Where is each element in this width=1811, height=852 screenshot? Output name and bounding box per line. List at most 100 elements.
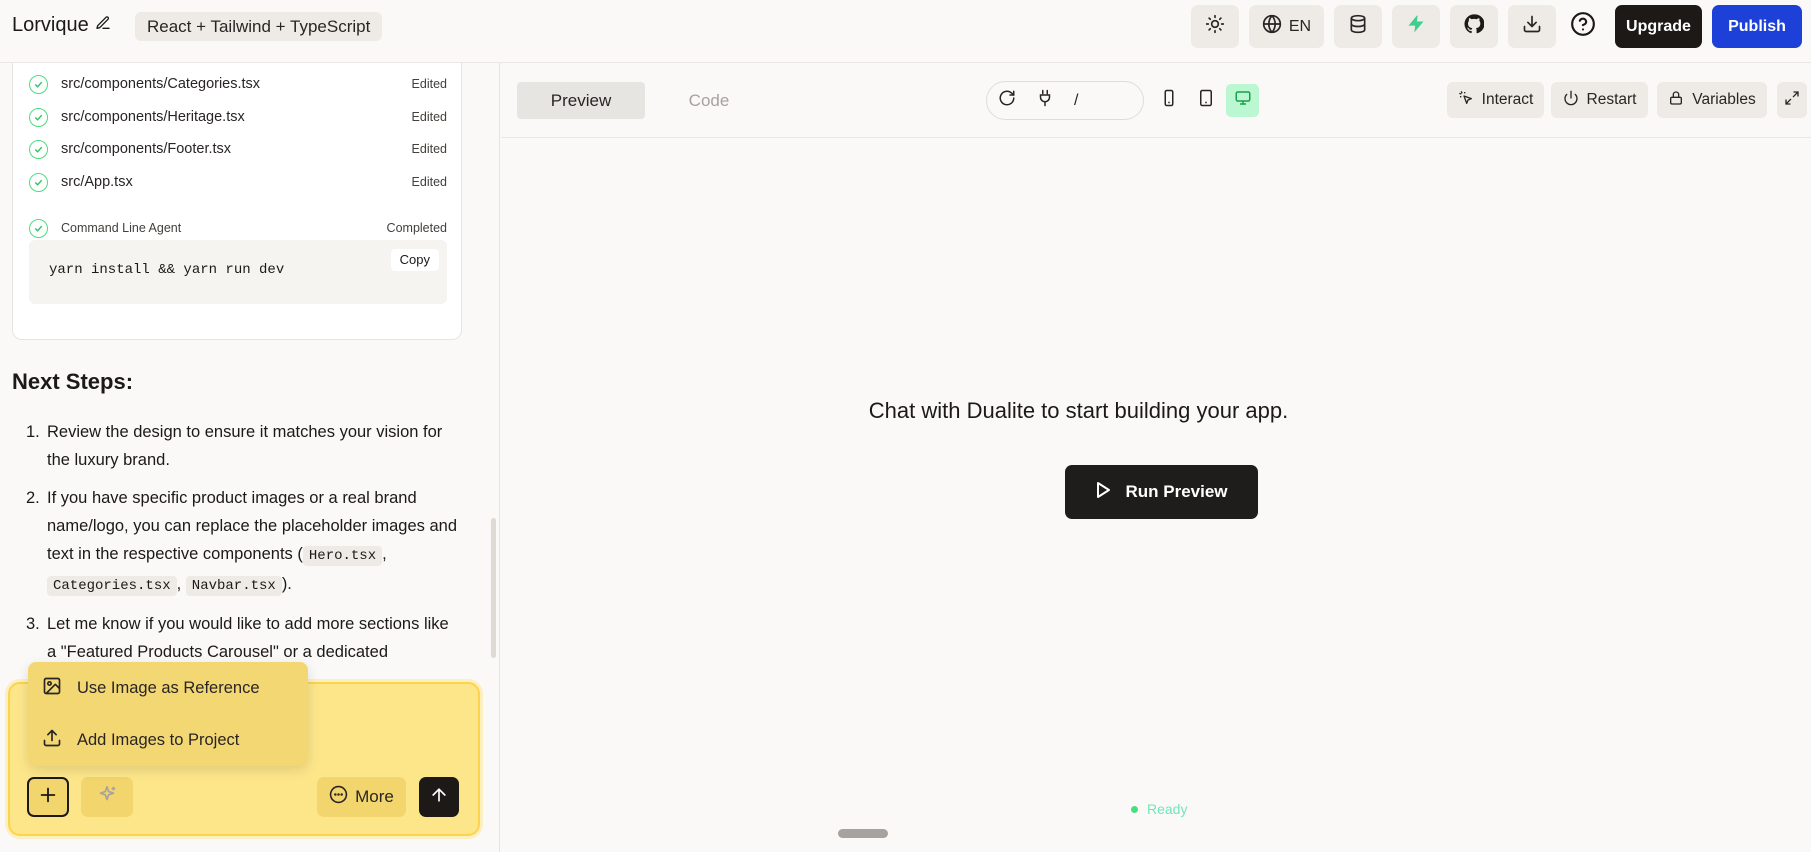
language-button[interactable]: EN: [1249, 5, 1324, 48]
step-text: ).: [281, 575, 292, 593]
send-button[interactable]: [419, 777, 459, 817]
empty-state-message: Chat with Dualite to start building your…: [868, 398, 1289, 423]
interact-button[interactable]: Interact: [1447, 82, 1544, 118]
help-circle-icon: [1570, 11, 1596, 42]
download-button[interactable]: [1508, 5, 1556, 48]
more-dots-icon: [329, 785, 348, 809]
tab-preview[interactable]: Preview: [517, 82, 645, 119]
top-bar: Lorvique React + Tailwind + TypeScript E…: [0, 0, 1811, 63]
file-status: Edited: [411, 110, 447, 124]
desktop-view-button[interactable]: [1226, 84, 1259, 117]
view-tabs: Preview Code: [517, 82, 779, 119]
file-row: src/App.tsx Edited: [29, 171, 447, 193]
inline-code: Hero.tsx: [302, 546, 383, 566]
next-steps-heading: Next Steps:: [12, 369, 134, 394]
file-status: Edited: [411, 142, 447, 156]
database-button[interactable]: [1334, 5, 1382, 48]
list-item: 2. If you have specific product images o…: [26, 489, 458, 596]
attach-menu: Use Image as Reference Add Images to Pro…: [28, 662, 308, 766]
mobile-view-button[interactable]: [1152, 84, 1185, 117]
expand-icon: [1784, 90, 1800, 111]
plug-icon[interactable]: [1036, 89, 1054, 112]
publish-button[interactable]: Publish: [1712, 5, 1802, 48]
upload-icon: [42, 728, 62, 753]
menu-item-label: Add Images to Project: [77, 730, 240, 749]
file-row: src/components/Heritage.tsx Edited: [29, 106, 447, 128]
fullscreen-button[interactable]: [1777, 82, 1807, 118]
run-preview-button[interactable]: Run Preview: [1065, 465, 1258, 519]
agent-row: Command Line Agent Completed: [29, 217, 447, 239]
lightning-icon: [1406, 14, 1426, 39]
run-preview-label: Run Preview: [1125, 482, 1228, 501]
arrow-up-icon: [429, 785, 449, 810]
language-label: EN: [1288, 17, 1312, 35]
check-circle-icon: [29, 139, 48, 159]
database-icon: [1348, 14, 1368, 39]
file-path: src/components/Categories.tsx: [61, 76, 261, 92]
project-title[interactable]: Lorvique: [12, 14, 111, 37]
status-dot: [1131, 805, 1138, 813]
smartphone-icon: [1160, 89, 1178, 112]
download-icon: [1522, 14, 1542, 39]
variables-button[interactable]: Variables: [1657, 82, 1767, 118]
sparkle-icon: [96, 784, 118, 811]
lock-icon: [1668, 90, 1684, 111]
next-steps-list: 1. Review the design to ensure it matche…: [20, 418, 460, 676]
file-path: src/components/Heritage.tsx: [61, 109, 245, 125]
github-icon: [1464, 14, 1485, 39]
file-row: src/components/Footer.tsx Edited: [29, 138, 447, 160]
file-path: src/App.tsx: [61, 174, 133, 190]
github-button[interactable]: [1450, 5, 1498, 48]
edit-pencil-icon[interactable]: [95, 14, 111, 37]
status-text: Ready: [1147, 801, 1188, 817]
restart-label: Restart: [1586, 91, 1637, 108]
power-icon: [1563, 90, 1579, 111]
check-circle-icon: [29, 74, 48, 94]
tablet-view-button[interactable]: [1189, 84, 1222, 117]
step-text: If you have specific product images or a…: [47, 489, 458, 563]
changes-card: src/components/Categories.tsx Edited src…: [12, 63, 462, 340]
tab-code[interactable]: Code: [645, 82, 773, 119]
menu-item-label: Use Image as Reference: [77, 678, 260, 697]
step-text: Let me know if you would like to add mor…: [47, 615, 449, 661]
inline-code: Navbar.tsx: [185, 576, 282, 596]
file-status: Edited: [411, 175, 447, 189]
add-images-item[interactable]: Add Images to Project: [42, 727, 239, 753]
restart-button[interactable]: Restart: [1551, 82, 1648, 118]
variables-label: Variables: [1692, 91, 1756, 108]
help-button[interactable]: [1559, 5, 1607, 48]
monitor-icon: [1234, 89, 1252, 112]
more-label: More: [355, 787, 394, 806]
command-text: yarn install && yarn run dev: [49, 262, 285, 278]
image-icon: [42, 676, 62, 701]
copy-button[interactable]: Copy: [390, 249, 439, 271]
refresh-icon[interactable]: [998, 89, 1016, 112]
panel-drag-handle[interactable]: [838, 829, 888, 838]
use-image-reference-item[interactable]: Use Image as Reference: [42, 675, 260, 701]
file-status: Edited: [411, 77, 447, 91]
command-block: yarn install && yarn run dev Copy: [29, 240, 447, 304]
check-circle-icon: [29, 107, 48, 127]
agent-status: Completed: [386, 221, 447, 235]
file-path: src/components/Footer.tsx: [61, 141, 232, 157]
theme-toggle-button[interactable]: [1191, 5, 1239, 48]
enhance-prompt-button[interactable]: [81, 777, 133, 817]
check-circle-icon: [29, 218, 48, 238]
play-icon: [1095, 481, 1111, 504]
supabase-button[interactable]: [1392, 5, 1440, 48]
check-circle-icon: [29, 172, 48, 192]
url-path: /: [1074, 91, 1079, 109]
chat-scrollbar[interactable]: [491, 518, 496, 658]
cursor-click-icon: [1458, 90, 1474, 111]
inline-code: Categories.tsx: [47, 576, 177, 596]
list-item: 1. Review the design to ensure it matche…: [26, 423, 443, 469]
preview-url-bar[interactable]: /: [986, 81, 1144, 120]
project-name: Lorvique: [12, 14, 89, 36]
file-row: src/components/Categories.tsx Edited: [29, 73, 447, 95]
stack-badge: React + Tailwind + TypeScript: [135, 12, 383, 41]
attach-button[interactable]: [27, 777, 69, 817]
upgrade-button[interactable]: Upgrade: [1615, 5, 1702, 48]
tablet-icon: [1197, 89, 1215, 112]
more-button[interactable]: More: [317, 777, 406, 817]
sun-icon: [1205, 14, 1225, 39]
